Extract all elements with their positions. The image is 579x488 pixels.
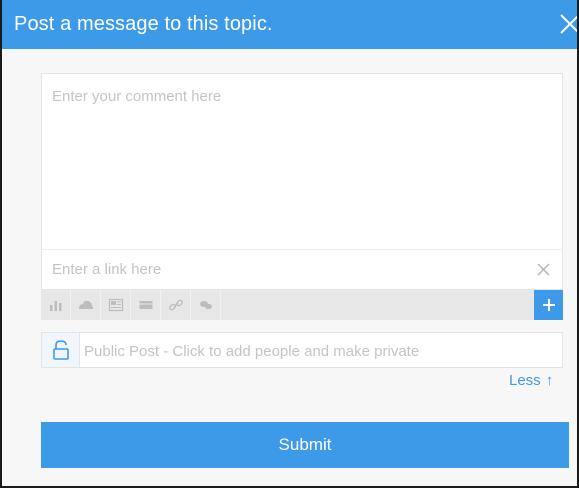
plus-icon xyxy=(543,299,555,311)
submit-button[interactable]: Submit xyxy=(41,422,569,468)
close-icon[interactable] xyxy=(536,262,551,277)
add-attachment-button[interactable] xyxy=(534,290,563,320)
less-label: Less xyxy=(509,372,541,389)
link-icon[interactable] xyxy=(161,290,191,320)
comment-input[interactable] xyxy=(41,73,563,249)
attachment-toolbar xyxy=(41,290,563,320)
cloud-icon[interactable] xyxy=(71,290,101,320)
privacy-label: Public Post - Click to add people and ma… xyxy=(84,343,420,360)
post-message-dialog: Post a message to this topic. Enter your… xyxy=(0,0,579,488)
privacy-selector[interactable]: Public Post - Click to add people and ma… xyxy=(41,332,563,368)
less-toggle-link[interactable]: Less ↑ xyxy=(509,372,553,389)
image-icon[interactable] xyxy=(101,290,131,320)
dialog-title: Post a message to this topic. xyxy=(14,13,273,35)
bar-chart-icon[interactable] xyxy=(41,290,71,320)
close-icon[interactable] xyxy=(558,12,577,36)
arrow-up-icon: ↑ xyxy=(545,372,554,389)
chat-icon[interactable] xyxy=(191,290,221,320)
link-field xyxy=(41,249,563,290)
unlock-icon xyxy=(42,333,80,367)
dialog-header: Post a message to this topic. xyxy=(2,0,577,49)
table-icon[interactable] xyxy=(131,290,161,320)
link-input[interactable] xyxy=(42,250,522,289)
